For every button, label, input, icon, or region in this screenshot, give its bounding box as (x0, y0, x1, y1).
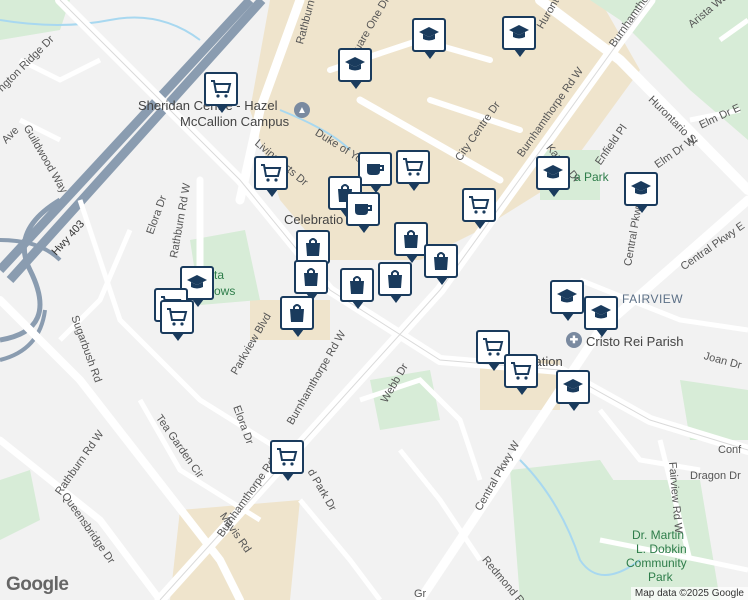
shopping-bag-icon (434, 252, 448, 270)
grocery-marker[interactable] (504, 354, 538, 395)
cafe-icon (367, 164, 384, 175)
campus-poi-icon: ▲ (294, 102, 310, 118)
school-icon (419, 27, 439, 41)
grocery-marker[interactable] (396, 150, 430, 191)
school-marker[interactable] (624, 172, 658, 213)
school-icon (345, 57, 365, 71)
shopping-marker[interactable] (424, 244, 458, 285)
shopping-cart-icon (277, 448, 298, 466)
cafe-icon (355, 204, 372, 215)
grocery-marker[interactable] (254, 156, 288, 197)
place-label-dobkin-4: Park (648, 570, 673, 584)
shopping-marker[interactable] (378, 262, 412, 303)
place-label-park-c: ows (214, 284, 236, 298)
school-marker[interactable] (502, 16, 536, 57)
place-label-sheridan-2: McCallion Campus (180, 114, 290, 129)
shopping-cart-icon (261, 164, 282, 182)
place-label-fairview: FAIRVIEW (622, 292, 684, 306)
school-marker[interactable] (536, 156, 570, 197)
school-marker[interactable] (556, 370, 590, 411)
grocery-marker[interactable] (462, 188, 496, 229)
street-label-gr: Gr (414, 588, 427, 600)
map-attribution[interactable]: Map data ©2025 Google (630, 587, 748, 600)
shopping-cart-icon (469, 196, 490, 214)
shopping-cart-icon (211, 80, 232, 98)
grocery-marker[interactable] (160, 300, 194, 341)
google-logo: Google (6, 574, 69, 595)
shopping-bag-icon (404, 230, 418, 248)
shopping-bag-icon (290, 304, 304, 322)
school-icon (563, 379, 583, 393)
school-icon (187, 275, 207, 289)
school-icon (509, 25, 529, 39)
school-marker[interactable] (584, 296, 618, 337)
shopping-cart-icon (167, 308, 188, 326)
grocery-marker[interactable] (204, 72, 238, 113)
map-canvas[interactable]: ▲ ✚ Sheridan Centre - Hazel McCallion Ca… (0, 0, 748, 600)
school-marker[interactable] (550, 280, 584, 321)
church-poi-icon: ✚ (566, 332, 582, 348)
shopping-bag-icon (306, 238, 320, 256)
street-label-dragon: Dragon Dr (690, 470, 741, 482)
shopping-marker[interactable] (296, 230, 330, 271)
cafe-marker[interactable] (346, 192, 380, 233)
cafe-marker[interactable] (358, 152, 392, 193)
shopping-marker[interactable] (280, 296, 314, 337)
shopping-marker[interactable] (294, 260, 328, 301)
place-label-dobkin-3: Community (626, 556, 687, 570)
shopping-cart-icon (403, 158, 424, 176)
school-icon (631, 181, 651, 195)
shopping-marker[interactable] (394, 222, 428, 263)
place-label-dobkin-2: L. Dobkin (636, 542, 687, 556)
place-label-celebration: Celebratio (284, 212, 344, 227)
school-icon (591, 305, 611, 319)
shopping-cart-icon (483, 338, 504, 356)
street-label-conf: Conf (718, 444, 742, 456)
school-icon (557, 289, 577, 303)
school-icon (543, 165, 563, 179)
place-label-park-b: ta (214, 268, 225, 282)
grocery-marker[interactable] (270, 440, 304, 481)
shopping-marker[interactable] (340, 268, 374, 309)
school-marker[interactable] (338, 48, 372, 89)
shopping-bag-icon (350, 276, 364, 294)
shopping-bag-icon (304, 268, 318, 286)
shopping-cart-icon (511, 362, 532, 380)
school-marker[interactable] (412, 18, 446, 59)
shopping-bag-icon (388, 270, 402, 288)
